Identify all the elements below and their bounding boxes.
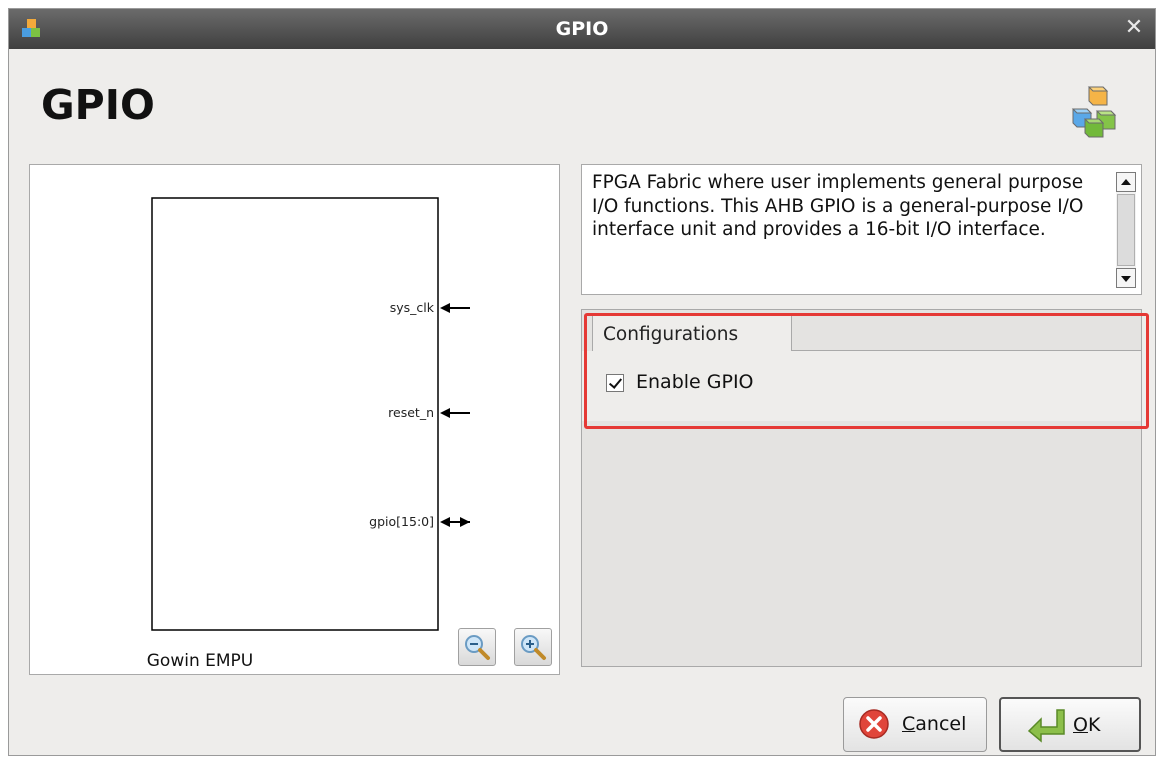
port-gpio — [440, 517, 470, 527]
description-text: FPGA Fabric where user implements genera… — [592, 172, 1084, 240]
description-scrollbar[interactable] — [1116, 172, 1136, 288]
configurations-panel: Configurations Enable GPIO — [581, 309, 1142, 667]
cancel-icon — [859, 709, 889, 739]
scroll-down-button[interactable] — [1116, 268, 1136, 288]
zoom-out-button[interactable] — [458, 628, 496, 666]
zoom-in-icon — [521, 635, 546, 660]
ok-label: OK — [1073, 714, 1101, 736]
block-diagram-preview: sys_clk reset_n gpio[15:0] Gowin EMPU — [29, 164, 560, 675]
description-box[interactable]: FPGA Fabric where user implements genera… — [581, 164, 1142, 295]
cancel-label: Cancel — [902, 713, 967, 735]
cubes-icon — [1071, 86, 1117, 138]
title-bar[interactable]: GPIO ✕ — [9, 9, 1155, 49]
port-label-gpio: gpio[15:0] — [369, 514, 434, 529]
enable-gpio-label[interactable]: Enable GPIO — [636, 371, 754, 393]
port-reset-n — [440, 408, 470, 418]
close-icon[interactable]: ✕ — [1121, 15, 1147, 40]
configurations-content: Enable GPIO — [582, 351, 1141, 421]
cancel-button[interactable]: Cancel — [843, 697, 987, 752]
port-sys-clk — [440, 303, 470, 313]
gpio-dialog: GPIO ✕ GPIO sys_clk reset_n gpio[15:0] G… — [8, 8, 1156, 756]
tab-configurations-label: Configurations — [603, 324, 739, 345]
port-label-sys-clk: sys_clk — [389, 300, 434, 315]
ok-arrow-icon — [1027, 709, 1065, 743]
module-diagram — [151, 197, 470, 631]
diagram-caption: Gowin EMPU — [146, 651, 254, 671]
scroll-thumb[interactable] — [1117, 194, 1135, 266]
port-label-reset-n: reset_n — [388, 405, 434, 420]
ok-button[interactable]: OK — [999, 697, 1141, 752]
tab-configurations[interactable]: Configurations — [592, 314, 792, 351]
zoom-in-button[interactable] — [514, 628, 552, 666]
window-title: GPIO — [555, 18, 609, 40]
enable-gpio-checkbox[interactable] — [606, 374, 624, 392]
page-title: GPIO — [41, 81, 155, 129]
scroll-up-button[interactable] — [1116, 172, 1136, 192]
zoom-out-icon — [465, 635, 490, 660]
